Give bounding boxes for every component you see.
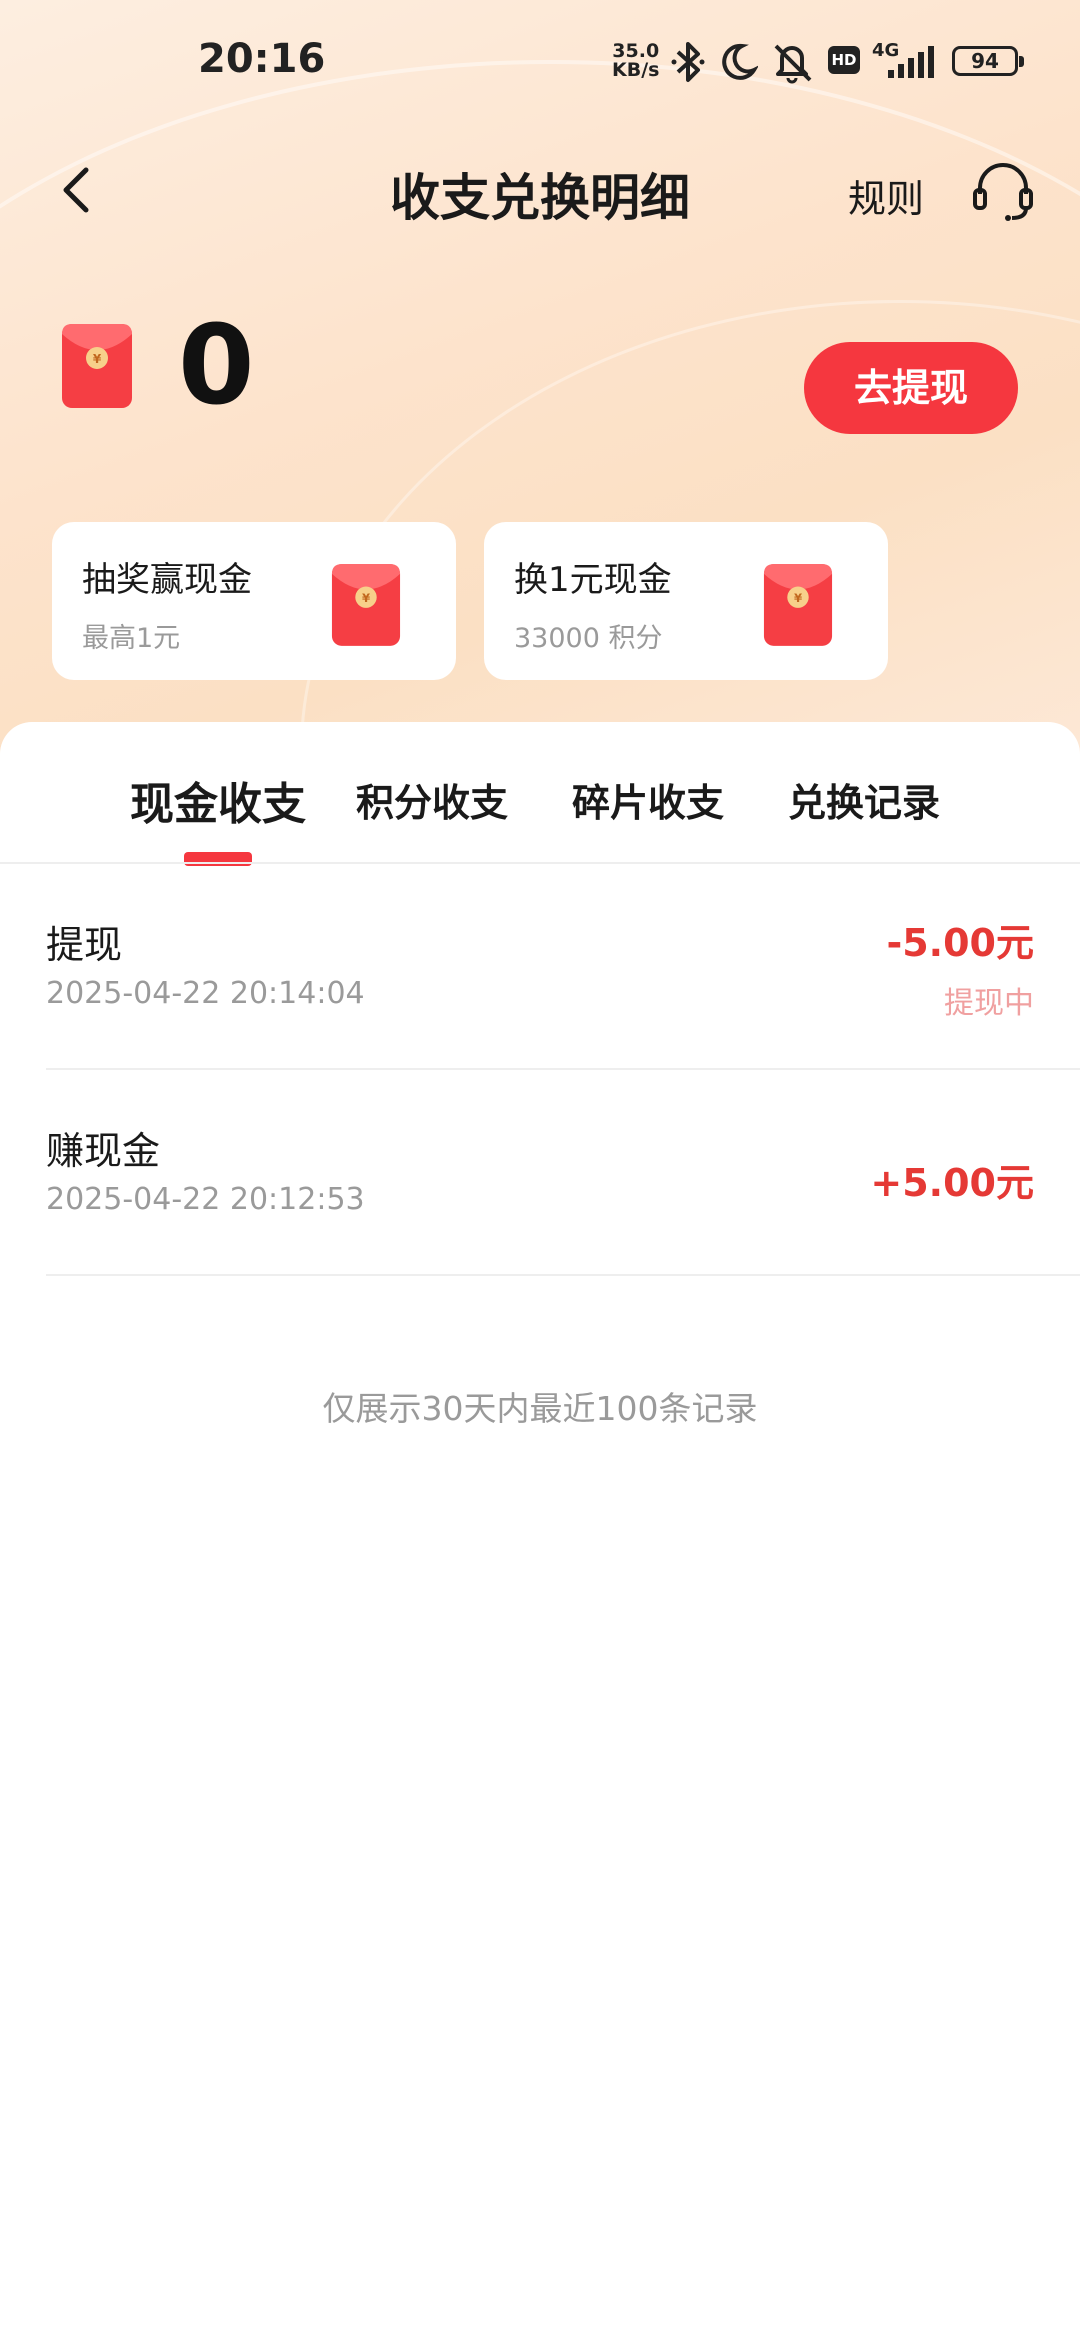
record-row[interactable]: 提现 2025-04-22 20:14:04 -5.00元 提现中 (46, 864, 1080, 1070)
network-speed-unit: KB/s (612, 59, 660, 81)
mute-bell-icon (774, 44, 812, 84)
svg-text:¥: ¥ (794, 591, 802, 605)
record-amount: -5.00元 (886, 921, 1034, 965)
card-title: 抽奖赢现金 (82, 560, 252, 600)
customer-service-headset-icon[interactable] (970, 158, 1036, 224)
withdraw-button[interactable]: 去提现 (804, 342, 1018, 434)
lottery-cash-card[interactable]: 抽奖赢现金 最高1元 ¥ (52, 522, 456, 680)
network-speed: 35.0 KB/s (612, 42, 659, 80)
card-title: 换1元现金 (514, 560, 672, 600)
tab-points[interactable]: 积分收支 (356, 772, 508, 827)
do-not-disturb-moon-icon (722, 43, 758, 80)
red-envelope-icon: ¥ (763, 564, 833, 646)
bluetooth-icon (671, 42, 705, 82)
record-time: 2025-04-22 20:12:53 (46, 1182, 365, 1217)
svg-text:¥: ¥ (362, 591, 370, 605)
record-row[interactable]: 赚现金 2025-04-22 20:12:53 +5.00元 (46, 1070, 1080, 1276)
svg-text:¥: ¥ (93, 352, 102, 366)
signal-strength-icon (888, 46, 934, 78)
tab-fragments[interactable]: 碎片收支 (572, 772, 724, 827)
card-subtitle: 最高1元 (82, 623, 181, 654)
records-panel: 现金收支 积分收支 碎片收支 兑换记录 提现 2025-04-22 20:14:… (0, 722, 1080, 2340)
hd-badge: HD (828, 46, 860, 74)
status-bar: 20:16 35.0 KB/s HD 4G 94 (0, 0, 1080, 120)
record-title: 提现 (46, 923, 123, 967)
red-envelope-icon: ¥ (331, 564, 401, 646)
cash-balance: 0 (178, 301, 255, 429)
record-status: 提现中 (944, 986, 1034, 1021)
red-envelope-icon: ¥ (62, 324, 132, 408)
status-time: 20:16 (198, 36, 326, 82)
rules-link[interactable]: 规则 (848, 168, 924, 223)
exchange-cash-card[interactable]: 换1元现金 33000 积分 ¥ (484, 522, 888, 680)
row-divider (46, 1274, 1080, 1276)
record-amount: +5.00元 (870, 1161, 1034, 1205)
record-time: 2025-04-22 20:14:04 (46, 976, 365, 1011)
tab-exchange-records[interactable]: 兑换记录 (788, 772, 940, 827)
card-subtitle: 33000 积分 (514, 623, 663, 654)
records-footer-note: 仅展示30天内最近100条记录 (322, 1389, 758, 1428)
battery-indicator: 94 (952, 46, 1024, 76)
record-title: 赚现金 (46, 1129, 161, 1173)
tab-cash[interactable]: 现金收支 (130, 768, 306, 832)
